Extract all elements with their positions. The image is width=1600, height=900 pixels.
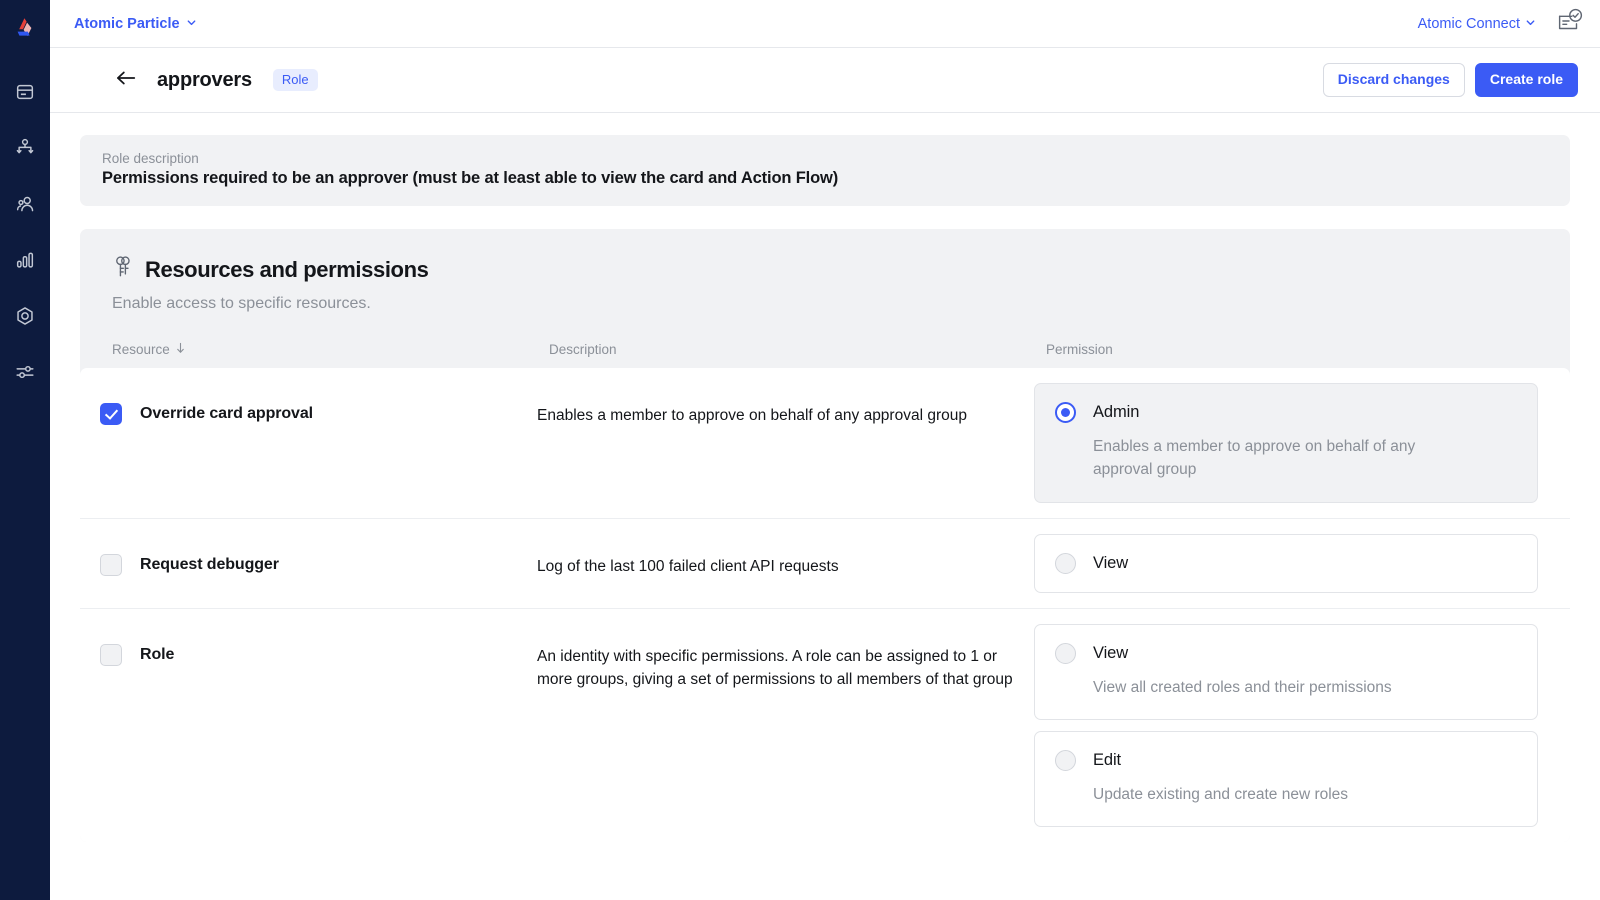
sidebar-item-settings[interactable] [0, 288, 50, 344]
panel-subtitle: Enable access to specific resources. [112, 295, 371, 312]
permission-option[interactable]: Admin Enables a member to approve on beha… [1034, 383, 1538, 503]
resource-checkbox[interactable] [100, 643, 122, 666]
resource-checkbox[interactable] [100, 403, 122, 425]
panel-header: Resources and permissions Enable access … [80, 255, 1570, 313]
resource-checkbox[interactable] [100, 553, 122, 576]
org-switcher[interactable]: Atomic Particle [74, 16, 197, 32]
atomic-logo[interactable] [0, 6, 50, 50]
role-description-value: Permissions required to be an approver (… [102, 169, 839, 187]
chevron-down-icon [186, 16, 197, 32]
chevron-down-icon [1525, 16, 1536, 32]
page-header: approvers Role Discard changes Create ro… [50, 48, 1600, 113]
resource-name: Request debugger [140, 555, 279, 573]
sidebar-nav [0, 64, 50, 400]
members-icon [14, 193, 36, 215]
table-row: Request debugger Log of the last 100 fail… [80, 519, 1570, 609]
back-button[interactable] [112, 66, 140, 94]
sidebar-item-members[interactable] [0, 176, 50, 232]
sidebar-item-action-flow[interactable] [0, 120, 50, 176]
top-bar: Atomic Particle Atomic Connect [50, 0, 1600, 48]
page-title: approvers [157, 68, 252, 91]
header-actions: Discard changes Create role [1322, 62, 1578, 98]
permission-description: View all created roles and their permiss… [1093, 678, 1392, 696]
hexagon-icon [14, 305, 36, 327]
permission-cell: View View all created roles and their per… [1034, 623, 1538, 827]
resource-description: Log of the last 100 failed client API re… [537, 557, 839, 575]
permission-label: Admin [1093, 403, 1140, 421]
role-description-label: Role description [102, 151, 199, 166]
resource-description: Enables a member to approve on behalf of… [537, 407, 967, 424]
sidebar-item-reports[interactable] [0, 232, 50, 288]
permission-radio[interactable] [1055, 749, 1076, 771]
arrow-down-icon [175, 342, 186, 357]
discard-changes-button[interactable]: Discard changes [1322, 62, 1465, 98]
permission-description: Enables a member to approve on behalf of… [1093, 438, 1416, 479]
action-flow-icon [14, 137, 36, 159]
resource-rows: Override card approval Enables a member t… [80, 368, 1570, 842]
card-approved-icon[interactable] [1554, 6, 1584, 41]
permission-label: Edit [1093, 750, 1122, 769]
permission-radio[interactable] [1055, 552, 1076, 574]
sidebar-item-controls[interactable] [0, 344, 50, 400]
sliders-icon [14, 361, 36, 383]
page-content: Role description Permissions required to… [50, 113, 1600, 900]
permission-option[interactable]: Edit Update existing and create new roles [1034, 730, 1538, 827]
app-root: Atomic Particle Atomic Connect approvers… [0, 0, 1600, 900]
table-header: Resource Description Permission [80, 342, 1570, 368]
connect-name: Atomic Connect [1417, 15, 1520, 32]
column-header-permission: Permission [1046, 342, 1113, 357]
main-column: Atomic Particle Atomic Connect approvers… [50, 0, 1600, 900]
permission-label: View [1093, 553, 1129, 572]
permission-description: Update existing and create new roles [1093, 785, 1349, 803]
permission-label: View [1093, 643, 1129, 662]
resource-cell: Request debugger [100, 534, 537, 576]
column-header-resource[interactable]: Resource [112, 342, 549, 357]
resource-description: An identity with specific permissions. A… [537, 647, 1013, 689]
sidebar-item-cards[interactable] [0, 64, 50, 120]
resource-cell: Override card approval [100, 383, 537, 425]
top-bar-right: Atomic Connect [1418, 6, 1584, 41]
permission-radio[interactable] [1055, 402, 1076, 423]
resource-name: Role [140, 645, 175, 663]
table-row: Role An identity with specific permission… [80, 609, 1570, 843]
permission-cell: View [1034, 533, 1538, 593]
column-header-description: Description [549, 342, 617, 357]
permission-option[interactable]: View [1034, 533, 1538, 593]
permission-cell: Admin Enables a member to approve on beha… [1034, 383, 1538, 503]
left-sidebar [0, 0, 50, 900]
org-name: Atomic Particle [74, 15, 180, 32]
arrow-left-icon [115, 68, 137, 93]
permission-radio[interactable] [1055, 642, 1076, 664]
status-badge: Role [272, 69, 318, 91]
table-row: Override card approval Enables a member t… [80, 368, 1570, 519]
keys-icon [112, 255, 134, 284]
resource-cell: Role [100, 624, 537, 666]
permission-option[interactable]: View View all created roles and their per… [1034, 623, 1538, 720]
resource-name: Override card approval [140, 405, 313, 422]
create-role-button[interactable]: Create role [1474, 62, 1578, 98]
role-description-panel: Role description Permissions required to… [80, 135, 1570, 206]
connect-switcher[interactable]: Atomic Connect [1418, 16, 1536, 32]
reports-icon [14, 249, 36, 271]
column-label-resource: Resource [112, 342, 170, 357]
resources-permissions-panel: Resources and permissions Enable access … [80, 229, 1570, 842]
card-icon [14, 81, 36, 103]
panel-title: Resources and permissions [145, 256, 429, 282]
